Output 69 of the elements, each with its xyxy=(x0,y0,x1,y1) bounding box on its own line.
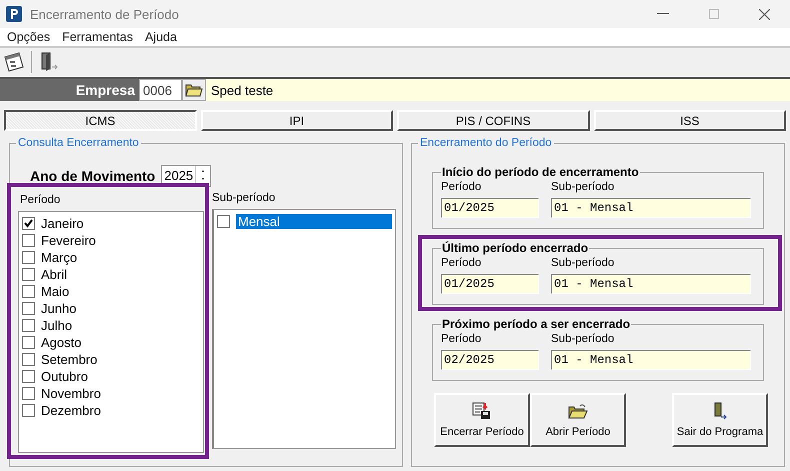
month-label[interactable]: Agosto xyxy=(41,335,82,350)
month-label[interactable]: Fevereiro xyxy=(41,233,96,248)
month-label[interactable]: Julho xyxy=(41,318,72,333)
period-field: 02/2025 xyxy=(441,350,539,370)
field-label: Sub-período xyxy=(551,181,616,193)
menu-item[interactable]: Ajuda xyxy=(144,30,177,44)
close-icon[interactable] xyxy=(759,8,770,20)
tab[interactable]: IPI xyxy=(200,110,393,131)
period-field: 01/2025 xyxy=(441,198,539,218)
checkbox[interactable] xyxy=(22,336,35,349)
subgroup-title: Início do período de encerramento xyxy=(441,165,640,179)
tab[interactable]: ISS xyxy=(594,110,786,131)
month-label[interactable]: Junho xyxy=(41,301,76,316)
list-label: Sub-período xyxy=(212,192,276,204)
calendar-icon[interactable] xyxy=(3,51,25,73)
checkbox[interactable] xyxy=(22,302,35,315)
list-label: Período xyxy=(20,194,62,206)
month-label[interactable]: Maio xyxy=(41,284,70,299)
field-label: Sub-período xyxy=(551,257,616,269)
checkbox[interactable] xyxy=(22,353,35,366)
checkbox[interactable] xyxy=(22,319,35,332)
document-disk-icon xyxy=(472,402,492,420)
month-label[interactable]: Dezembro xyxy=(41,403,101,418)
menu-item[interactable]: Opções xyxy=(7,30,50,44)
field-label: Período xyxy=(441,257,482,269)
app-logo-icon xyxy=(6,6,22,22)
group-title: Consulta Encerramento xyxy=(17,137,140,149)
checkbox[interactable] xyxy=(22,217,35,230)
month-label[interactable]: Novembro xyxy=(41,386,101,401)
empresa-code-field[interactable]: 0006 xyxy=(139,79,182,101)
tab[interactable]: PIS / COFINS xyxy=(397,110,590,131)
open-folder-button[interactable] xyxy=(182,79,206,101)
menu-item[interactable]: Ferramentas xyxy=(62,30,133,44)
month-label[interactable]: Abril xyxy=(41,267,68,282)
subperiod-item[interactable]: Mensal xyxy=(236,214,392,229)
subperiod-field: 01 - Mensal xyxy=(551,274,751,294)
year-label: Ano de Movimento xyxy=(30,168,156,184)
checkbox[interactable] xyxy=(22,404,35,417)
window-title: Encerramento de Período xyxy=(30,6,179,22)
checkbox[interactable] xyxy=(22,285,35,298)
month-label[interactable]: Janeiro xyxy=(41,216,84,231)
group-title: Encerramento do Período xyxy=(419,137,553,149)
period-field: 01/2025 xyxy=(441,274,539,294)
month-label[interactable]: Março xyxy=(41,250,78,265)
field-label: Sub-período xyxy=(551,333,616,345)
minimize-icon[interactable] xyxy=(657,13,669,15)
checkbox[interactable] xyxy=(22,387,35,400)
field-label: Período xyxy=(441,333,482,345)
checkbox[interactable] xyxy=(22,251,35,264)
action-button[interactable]: Encerrar Período xyxy=(434,393,530,447)
checkbox[interactable] xyxy=(22,370,35,383)
checkbox[interactable] xyxy=(217,215,230,228)
subgroup-title: Próximo período a ser encerrado xyxy=(441,317,632,331)
checkbox[interactable] xyxy=(22,268,35,281)
year-value: 2025 xyxy=(163,167,194,185)
subgroup-title: Último período encerrado xyxy=(441,241,590,255)
folder-icon xyxy=(568,402,588,418)
month-label[interactable]: Setembro xyxy=(41,352,98,367)
subperiod-field: 01 - Mensal xyxy=(551,350,751,370)
empresa-name-field: Sped teste xyxy=(206,79,790,101)
subperiod-field: 01 - Mensal xyxy=(551,198,751,218)
tab[interactable]: ICMS xyxy=(4,110,196,131)
action-button[interactable]: Sair do Programa xyxy=(672,393,768,447)
field-label: Período xyxy=(441,181,482,193)
action-button[interactable]: Abrir Período xyxy=(530,393,626,447)
folder-icon xyxy=(185,83,203,97)
month-label[interactable]: Outubro xyxy=(41,369,88,384)
checkbox[interactable] xyxy=(22,234,35,247)
empresa-label: Empresa xyxy=(74,81,136,100)
